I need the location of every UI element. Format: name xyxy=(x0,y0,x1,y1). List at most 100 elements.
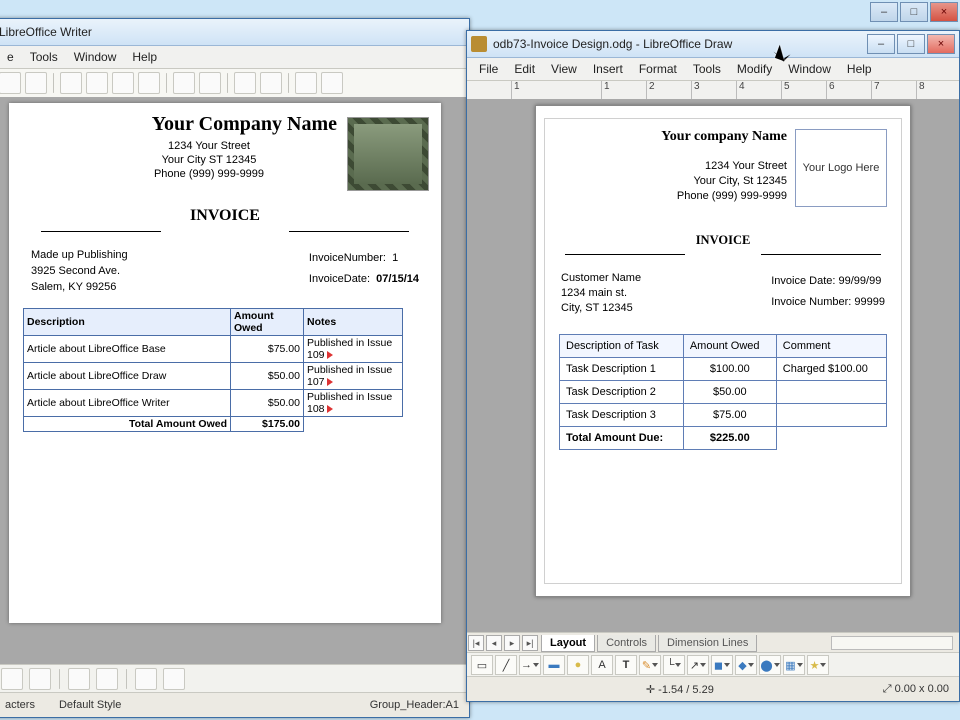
writer-tool-x6[interactable] xyxy=(163,668,185,690)
writer-tool-open[interactable] xyxy=(0,72,21,94)
draw-drawing-toolbar: ▭ ╱ → ▬ ● A T ✎ └ ↗ ◼ ◆ ⬤ ▦ ★ xyxy=(467,652,959,677)
writer-statusbar: acters Default Style Group_Header:A1 xyxy=(0,692,469,717)
writer-invoice-table: Description Amount Owed Notes Article ab… xyxy=(23,308,403,432)
inv-num: 1 xyxy=(392,252,398,264)
tab-layout[interactable]: Layout xyxy=(541,635,595,652)
writer-tool-save[interactable] xyxy=(25,72,47,94)
separator xyxy=(166,73,167,93)
draw-scrollbar[interactable] xyxy=(831,636,953,650)
writer-tool-a[interactable] xyxy=(295,72,317,94)
writer-menu-tools[interactable]: Tools xyxy=(22,48,66,66)
draw-ruler: 1 1 2 3 4 5 6 7 8 xyxy=(467,81,959,100)
text-tool-icon[interactable]: A xyxy=(591,655,613,675)
total-row: Total Amount Owed$175.00 xyxy=(24,417,403,432)
draw-menu-view[interactable]: View xyxy=(543,60,585,78)
writer-tool-x2[interactable] xyxy=(29,668,51,690)
draw-page[interactable]: Your Logo Here Your company Name 1234 Yo… xyxy=(535,105,911,597)
draw-logo-placeholder[interactable]: Your Logo Here xyxy=(795,129,887,207)
writer-tool-table[interactable] xyxy=(234,72,256,94)
tab-controls[interactable]: Controls xyxy=(597,635,656,652)
inv-date: 07/15/14 xyxy=(376,273,419,285)
line-tool-icon[interactable]: ╱ xyxy=(495,655,517,675)
minimize-button[interactable]: – xyxy=(867,34,895,54)
addr-line1: 1234 Your Street xyxy=(81,140,337,154)
tab-next-icon[interactable]: ▸ xyxy=(504,635,520,651)
crosshair-icon: ✛ xyxy=(646,684,655,696)
inv-date: 99/99/99 xyxy=(839,275,882,287)
select-tool-icon[interactable]: ▭ xyxy=(471,655,493,675)
arrow-tool-icon[interactable]: → xyxy=(519,655,541,675)
divider-lines xyxy=(559,254,887,255)
draw-invoice-table[interactable]: Description of Task Amount Owed Comment … xyxy=(559,334,887,450)
draw-canvas[interactable]: Your Logo Here Your company Name 1234 Yo… xyxy=(467,99,959,633)
customer-block[interactable]: Customer Name 1234 main st. City, ST 123… xyxy=(559,271,887,334)
draw-menu-help[interactable]: Help xyxy=(839,60,880,78)
writer-tool-redo[interactable] xyxy=(199,72,221,94)
flowchart-icon[interactable]: ▦ xyxy=(783,655,805,675)
lines-tool-icon[interactable]: ↗ xyxy=(687,655,709,675)
overflow-icon xyxy=(327,405,333,413)
callout-icon[interactable]: ★ xyxy=(807,655,829,675)
total-row: Total Amount Due:$225.00 xyxy=(560,426,887,449)
curve-tool-icon[interactable]: ✎ xyxy=(639,655,661,675)
status-style: Default Style xyxy=(59,699,121,711)
writer-menu-window[interactable]: Window xyxy=(66,48,125,66)
writer-tool-x5[interactable] xyxy=(135,668,157,690)
symbol-shapes-icon[interactable]: ◆ xyxy=(735,655,757,675)
ellipse-tool-icon[interactable]: ● xyxy=(567,655,589,675)
separator xyxy=(53,73,54,93)
writer-tool-cut[interactable] xyxy=(86,72,108,94)
company-address: 1234 Your Street Your City ST 12345 Phon… xyxy=(81,140,337,181)
status-size: 0.00 x 0.00 xyxy=(895,683,949,695)
table-row: Article about LibreOffice Draw$50.00Publ… xyxy=(24,363,403,390)
writer-tool-b[interactable] xyxy=(321,72,343,94)
maximize-button[interactable]: □ xyxy=(900,2,928,22)
inv-date-label: Invoice Date: xyxy=(771,275,835,287)
writer-tool-copy[interactable] xyxy=(112,72,134,94)
rect-tool-icon[interactable]: ▬ xyxy=(543,655,565,675)
draw-menubar[interactable]: File Edit View Insert Format Tools Modif… xyxy=(467,58,959,81)
draw-menu-window[interactable]: Window xyxy=(780,60,839,78)
draw-menu-tools[interactable]: Tools xyxy=(685,60,729,78)
writer-menubar[interactable]: e Tools Window Help xyxy=(0,46,469,69)
writer-titlebar[interactable]: LibreOffice Writer xyxy=(0,19,469,46)
connector-tool-icon[interactable]: └ xyxy=(663,655,685,675)
draw-menu-format[interactable]: Format xyxy=(631,60,685,78)
tab-prev-icon[interactable]: ◂ xyxy=(486,635,502,651)
writer-tool-x4[interactable] xyxy=(96,668,118,690)
draw-menu-modify[interactable]: Modify xyxy=(729,60,780,78)
cust-name: Made up Publishing xyxy=(31,248,128,264)
draw-menu-file[interactable]: File xyxy=(471,60,506,78)
writer-menu-0[interactable]: e xyxy=(0,48,22,66)
col-desc: Description xyxy=(24,309,231,336)
table-row: Task Description 1$100.00Charged $100.00 xyxy=(560,357,887,380)
writer-tool-undo[interactable] xyxy=(173,72,195,94)
tab-first-icon[interactable]: |◂ xyxy=(468,635,484,651)
text-tool2-icon[interactable]: T xyxy=(615,655,637,675)
separator xyxy=(126,669,127,689)
basic-shapes-icon[interactable]: ◼ xyxy=(711,655,733,675)
writer-tool-x3[interactable] xyxy=(68,668,90,690)
writer-tool-paste[interactable] xyxy=(138,72,160,94)
draw-titlebar[interactable]: odb73-Invoice Design.odg - LibreOffice D… xyxy=(467,31,959,58)
invoice-heading[interactable]: INVOICE xyxy=(559,233,887,248)
writer-tool-x1[interactable] xyxy=(1,668,23,690)
invoice-heading: INVOICE xyxy=(21,207,429,225)
writer-menu-help[interactable]: Help xyxy=(124,48,165,66)
close-button[interactable]: × xyxy=(927,34,955,54)
draw-menu-edit[interactable]: Edit xyxy=(506,60,543,78)
status-pages: acters xyxy=(5,699,35,711)
maximize-button[interactable]: □ xyxy=(897,34,925,54)
status-position: -1.54 / 5.29 xyxy=(658,684,714,696)
block-arrows-icon[interactable]: ⬤ xyxy=(759,655,781,675)
inv-num: 99999 xyxy=(854,296,885,308)
draw-title: odb73-Invoice Design.odg - LibreOffice D… xyxy=(493,37,732,51)
minimize-button[interactable]: – xyxy=(870,2,898,22)
writer-tool-find[interactable] xyxy=(260,72,282,94)
size-icon: ⤢ xyxy=(883,683,892,695)
draw-menu-insert[interactable]: Insert xyxy=(585,60,631,78)
tab-dimension[interactable]: Dimension Lines xyxy=(658,635,757,652)
close-button[interactable]: × xyxy=(930,2,958,22)
tab-last-icon[interactable]: ▸| xyxy=(522,635,538,651)
writer-tool-print[interactable] xyxy=(60,72,82,94)
